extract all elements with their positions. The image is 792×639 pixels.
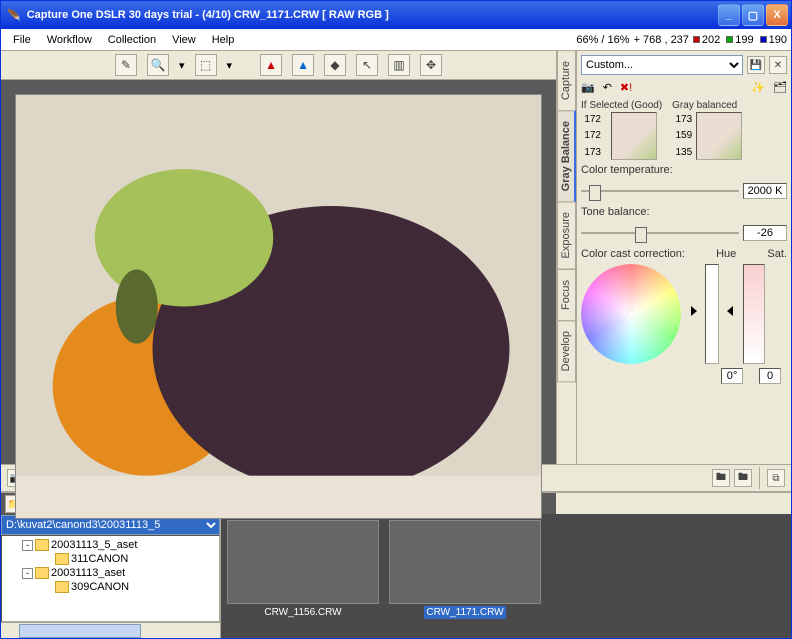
tree-label: 20031113_5_aset <box>51 539 137 551</box>
preview-b-swatch <box>696 112 742 160</box>
color-icon[interactable]: ◆ <box>324 54 346 76</box>
vtab-exposure[interactable]: Exposure <box>557 201 576 269</box>
camera-icon[interactable]: 📷 <box>581 81 595 94</box>
preview-a-title: If Selected (Good) <box>581 100 662 111</box>
cursor-coord: + 768 , 237 <box>634 34 689 46</box>
hue-inc-arrow[interactable] <box>691 306 697 316</box>
warning-b-icon[interactable]: ▲ <box>292 54 314 76</box>
pva-r: 172 <box>581 114 603 125</box>
folder-icon <box>35 539 49 551</box>
preview-b-title: Gray balanced <box>672 100 742 111</box>
delete-preset-icon[interactable]: ✕ <box>769 56 787 74</box>
menu-workflow[interactable]: Workflow <box>39 32 100 48</box>
h-scrollbar[interactable] <box>1 622 220 638</box>
minimize-button[interactable]: _ <box>718 4 740 26</box>
readout-r: 202 <box>693 34 720 46</box>
menu-file[interactable]: File <box>5 32 39 48</box>
folder-icon <box>55 581 69 593</box>
warning-r-icon[interactable]: ▲ <box>260 54 282 76</box>
status-readout: 66% / 16% + 768 , 237 202 199 190 <box>576 34 787 46</box>
thumbnail-name: CRW_1156.CRW <box>262 606 343 619</box>
menu-collection[interactable]: Collection <box>100 32 164 48</box>
color-wheel[interactable] <box>581 264 681 364</box>
viewer-canvas-wrap <box>1 80 556 533</box>
thumbnail-image <box>227 520 379 604</box>
app-icon: 🪶 <box>7 9 21 22</box>
crop-tool[interactable]: ⬚ <box>195 54 217 76</box>
dev-2-icon[interactable]: 🖿 <box>734 469 752 487</box>
menu-bar: File Workflow Collection View Help 66% /… <box>1 29 791 51</box>
tree-item[interactable]: -20031113_aset <box>4 566 217 580</box>
thumbnail[interactable]: CRW_1156.CRW <box>227 520 379 632</box>
hue-label: Hue <box>716 248 736 260</box>
menu-help[interactable]: Help <box>204 32 243 48</box>
close-button[interactable]: X <box>766 4 788 26</box>
color-temp-slider[interactable] <box>581 180 739 202</box>
readout-b: 190 <box>760 34 787 46</box>
sat-label: Sat. <box>767 248 787 260</box>
apply-icon[interactable]: 🗂 <box>773 81 787 94</box>
zoom-tool[interactable]: 🔍 <box>147 54 169 76</box>
color-temp-label: Color temperature: <box>581 164 787 176</box>
vtab-capture[interactable]: Capture <box>557 50 576 111</box>
zoom-readout: 66% / 16% <box>576 34 629 46</box>
eyedropper-tool[interactable]: ✎ <box>115 54 137 76</box>
main-photo <box>16 95 541 518</box>
window-title: Capture One DSLR 30 days trial - (4/10) … <box>27 9 389 21</box>
fit-icon[interactable]: ✥ <box>420 54 442 76</box>
vtab-focus[interactable]: Focus <box>557 269 576 321</box>
folder-icon <box>35 567 49 579</box>
viewer-toolbar: ✎ 🔍▾ ⬚▾ ▲ ▲ ◆ ↖ ▥ ✥ <box>1 51 556 80</box>
pan-tool[interactable]: ↖ <box>356 54 378 76</box>
vtab-gray-balance[interactable]: Gray Balance <box>557 110 576 202</box>
pvb-r: 173 <box>672 114 694 125</box>
sat-strip[interactable] <box>743 264 765 364</box>
tree-item[interactable]: 309CANON <box>4 580 217 594</box>
folder-tree[interactable]: -20031113_5_aset 311CANON -20031113_aset… <box>1 535 220 622</box>
reset-icon[interactable]: ✖! <box>620 81 632 94</box>
thumbnail-image <box>389 520 541 604</box>
tree-item[interactable]: 311CANON <box>4 552 217 566</box>
compare-icon[interactable]: ▥ <box>388 54 410 76</box>
maximize-button[interactable]: ▢ <box>742 4 764 26</box>
tree-item[interactable]: -20031113_5_aset <box>4 538 217 552</box>
tone-balance-label: Tone balance: <box>581 206 787 218</box>
save-preset-icon[interactable]: 💾 <box>747 56 765 74</box>
title-bar[interactable]: 🪶 Capture One DSLR 30 days trial - (4/10… <box>1 1 791 29</box>
sat-value[interactable]: 0 <box>759 368 781 384</box>
thumbnail-name: CRW_1171.CRW <box>424 606 505 619</box>
color-temp-value[interactable]: 2000 K <box>743 183 787 199</box>
gray-balance-panel: Custom... 💾 ✕ 📷 ↶ ✖! ✨ 🗂 If Selected (Go… <box>576 51 791 464</box>
readout-g: 199 <box>726 34 753 46</box>
content-area: ✎ 🔍▾ ⬚▾ ▲ ▲ ◆ ↖ ▥ ✥ <box>1 51 791 638</box>
folder-icon <box>55 553 69 565</box>
undo-icon[interactable]: ↶ <box>603 81 612 94</box>
hue-dec-arrow[interactable] <box>727 306 733 316</box>
wand-icon[interactable]: ✨ <box>751 81 765 94</box>
right-vertical-tabs: Capture Gray Balance Exposure Focus Deve… <box>556 51 576 464</box>
pva-b: 173 <box>581 147 603 158</box>
tree-label: 309CANON <box>71 581 129 593</box>
image-canvas[interactable] <box>15 94 542 519</box>
pva-g: 172 <box>581 130 603 141</box>
queue-icon[interactable]: ⧉ <box>767 469 785 487</box>
pvb-b: 135 <box>672 147 694 158</box>
tone-balance-slider[interactable] <box>581 222 739 244</box>
tree-label: 311CANON <box>71 553 128 565</box>
pvb-g: 159 <box>672 130 694 141</box>
hue-strip[interactable] <box>705 264 719 364</box>
tree-label: 20031113_aset <box>51 567 125 579</box>
app-window: 🪶 Capture One DSLR 30 days trial - (4/10… <box>0 0 792 639</box>
dev-1-icon[interactable]: 🖿 <box>712 469 730 487</box>
hue-value[interactable]: 0° <box>721 368 743 384</box>
color-cast-label: Color cast correction: <box>581 248 685 260</box>
preview-a-swatch <box>611 112 657 160</box>
menu-view[interactable]: View <box>164 32 204 48</box>
vtab-develop[interactable]: Develop <box>557 320 576 382</box>
thumbnail[interactable]: CRW_1171.CRW <box>389 520 541 632</box>
preset-select[interactable]: Custom... <box>581 55 743 75</box>
tone-balance-value[interactable]: -26 <box>743 225 787 241</box>
